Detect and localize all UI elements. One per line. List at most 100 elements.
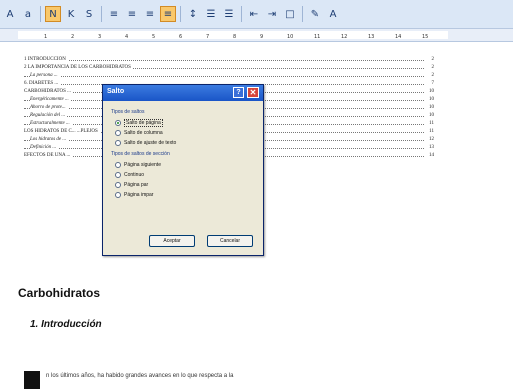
toolbar-separator: [180, 6, 181, 22]
highlight-icon[interactable]: ✎: [307, 6, 323, 22]
font-size-decrease-icon[interactable]: a: [20, 6, 36, 22]
underline-icon[interactable]: S: [81, 6, 97, 22]
toc-page-number: 2: [431, 73, 435, 78]
ruler-tick-label: 4: [125, 34, 129, 40]
help-icon[interactable]: ?: [233, 87, 244, 98]
toc-page-number: 2: [431, 57, 435, 62]
radio-option[interactable]: Salto de columna: [115, 128, 163, 137]
decrease-indent-icon[interactable]: ⇤: [246, 6, 262, 22]
toc-page-number: 10: [429, 97, 434, 102]
toc-page-number: 7: [431, 81, 435, 86]
ruler[interactable]: 1 2 3 4 5 6 7 8 9 10 11 12 13 14 15: [0, 29, 513, 42]
radio-label: Continuo: [124, 171, 145, 178]
toolbar-row: Aa N K S ≡ ≡ ≡ ≡ ↕ ☰ ☰ ⇤ ⇥ □ ✎ A: [0, 4, 341, 24]
font-color-icon[interactable]: A: [325, 6, 341, 22]
toc-page-number: 12: [429, 137, 434, 142]
radio-button[interactable]: [115, 171, 121, 178]
font-size-increase-icon[interactable]: A: [2, 6, 18, 22]
ruler-tick-label: 7: [206, 34, 210, 40]
radio-button[interactable]: [115, 181, 121, 188]
ruler-tick-label: 13: [368, 34, 375, 40]
ruler-tick-label: 5: [152, 34, 156, 40]
radio-label: Página impar: [124, 191, 154, 198]
toc-page-number: 14: [429, 153, 434, 158]
drop-cap: [24, 371, 40, 389]
toc-leader-dots: [24, 76, 424, 77]
ruler-tick-label: 11: [314, 34, 321, 40]
toc-entry-text: LOS HIDRATOS DE C... ...PLEJOS: [24, 129, 100, 134]
numbering-icon[interactable]: ☰: [203, 6, 219, 22]
accept-button[interactable]: Aceptar: [149, 235, 195, 247]
dialog-title-bar[interactable]: Salto ? ✕: [103, 85, 263, 101]
toolbar-separator: [241, 6, 242, 22]
cancel-button[interactable]: Cancelar: [207, 235, 253, 247]
toc-entry[interactable]: 1 INTRODUCCIÓN 2: [24, 56, 434, 64]
ruler-tick-label: 2: [71, 34, 75, 40]
ruler-tick-label: 15: [422, 34, 429, 40]
radio-label: Página par: [124, 181, 149, 188]
ruler-tick-label: 6: [179, 34, 183, 40]
ruler-tick-label: 12: [341, 34, 348, 40]
break-types-group-label: Tipos de saltos: [111, 109, 145, 115]
radio-label: Salto de columna: [124, 129, 163, 136]
toc-entry-text: Ahorro de prote...: [30, 105, 68, 110]
ruler-tick-label: 14: [395, 34, 402, 40]
radio-button[interactable]: [115, 161, 121, 168]
increase-indent-icon[interactable]: ⇥: [264, 6, 280, 22]
ruler-tick-label: 9: [260, 34, 264, 40]
toc-entry[interactable]: 2 LA IMPORTANCIA DE LOS CARBOHIDRATOS 2: [24, 64, 434, 72]
borders-icon[interactable]: □: [282, 6, 298, 22]
radio-label: Salto de ajuste de texto: [124, 139, 177, 146]
toc-page-number: 2: [431, 65, 435, 70]
radio-option[interactable]: Página par: [115, 180, 148, 189]
radio-option[interactable]: Continuo: [115, 170, 144, 179]
toc-page-number: 10: [429, 105, 434, 110]
italic-icon[interactable]: K: [63, 6, 79, 22]
line-spacing-icon[interactable]: ↕: [185, 6, 201, 22]
radio-button[interactable]: [115, 139, 121, 146]
toc-entry-text: 1 INTRODUCCIÓN: [24, 57, 68, 62]
toc-entry-text: EFECTOS DE UNA ...: [24, 153, 73, 158]
ruler-tick-label: 1: [44, 34, 48, 40]
toc-page-number: 13: [429, 145, 434, 150]
ruler-text-area: 1 2 3 4 5 6 7 8 9 10 11 12 13 14 15: [18, 31, 448, 40]
radio-option[interactable]: Página siguiente: [115, 160, 161, 169]
toc-page-number: 10: [429, 113, 434, 118]
body-text-line: n los últimos años, ha habido grandes av…: [46, 373, 234, 379]
radio-button[interactable]: [115, 191, 121, 198]
toc-entry-text: Energéticamente ...: [30, 97, 71, 102]
radio-option[interactable]: Salto de ajuste de texto: [115, 138, 176, 147]
toolbar-separator: [302, 6, 303, 22]
document-subheading: 1. Introducción: [30, 319, 102, 330]
toolbar-separator: [101, 6, 102, 22]
toc-entry-text: Estructuralmente ...: [30, 121, 72, 126]
toc-entry-text: Definición ...: [30, 145, 59, 150]
toc-entry-text: 2 LA IMPORTANCIA DE LOS CARBOHIDRATOS: [24, 65, 133, 70]
radio-option[interactable]: Salto de página: [115, 118, 163, 127]
radio-button[interactable]: [115, 119, 121, 126]
radio-label: Salto de página: [124, 118, 163, 127]
align-left-icon[interactable]: ≡: [106, 6, 122, 22]
toc-page-number: 11: [429, 129, 434, 134]
document-heading: Carbohidratos: [18, 286, 101, 300]
justify-icon[interactable]: ≡: [160, 6, 176, 22]
radio-option[interactable]: Página impar: [115, 190, 153, 199]
section-break-types-group-label: Tipos de saltos de sección: [111, 151, 170, 157]
ruler-tick-label: 3: [98, 34, 102, 40]
ruler-tick-label: 10: [287, 34, 294, 40]
toc-entry-text: La persona ...: [30, 73, 60, 78]
toc-entry-text: Regulación del ...: [30, 113, 68, 118]
formatting-toolbar: Aa N K S ≡ ≡ ≡ ≡ ↕ ☰ ☰ ⇤ ⇥ □ ✎ A: [0, 0, 513, 29]
toc-entry[interactable]: La persona ... 2: [24, 72, 434, 80]
dialog-title: Salto: [107, 88, 125, 95]
align-right-icon[interactable]: ≡: [142, 6, 158, 22]
bullets-icon[interactable]: ☰: [221, 6, 237, 22]
toc-entry-text: Los hidratos de ...: [30, 137, 69, 142]
align-center-icon[interactable]: ≡: [124, 6, 140, 22]
ruler-tick-label: 8: [233, 34, 237, 40]
break-dialog: Salto ? ✕ Tipos de saltos Salto de págin…: [102, 84, 264, 256]
bold-icon[interactable]: N: [45, 6, 61, 22]
toc-page-number: 11: [429, 121, 434, 126]
close-icon[interactable]: ✕: [247, 87, 259, 98]
radio-button[interactable]: [115, 129, 121, 136]
